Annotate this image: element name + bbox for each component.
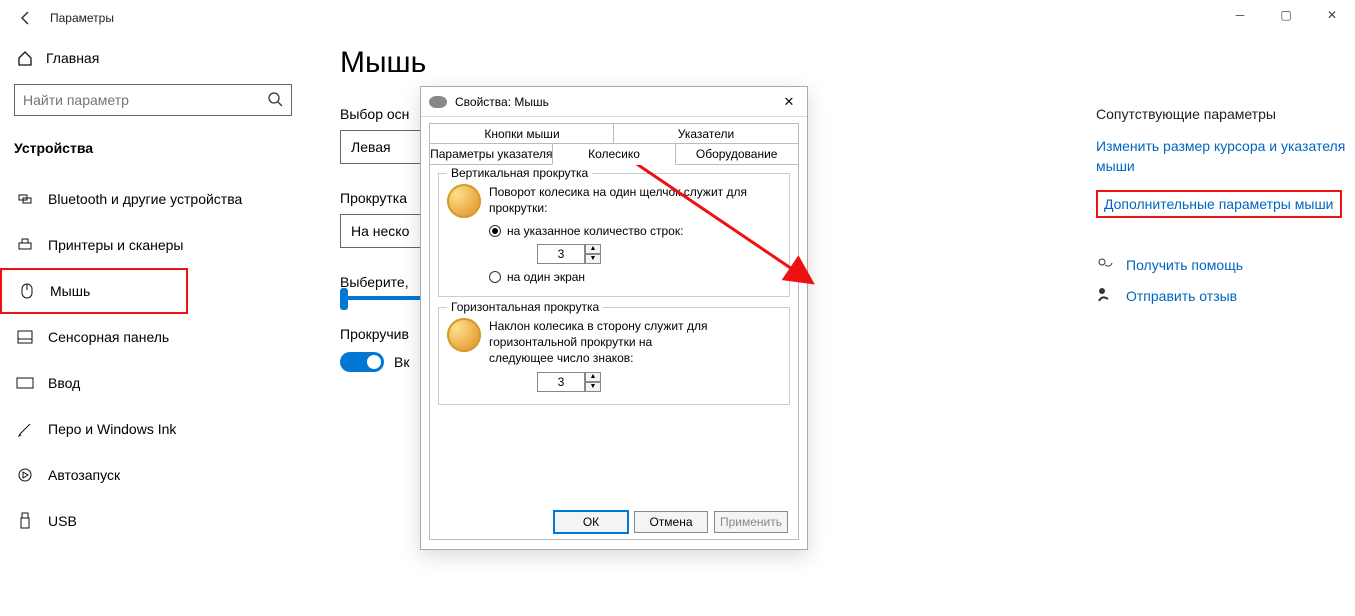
horizontal-chars-input[interactable] bbox=[537, 372, 585, 392]
search-input[interactable] bbox=[23, 92, 267, 108]
sidebar-item-label: Мышь bbox=[50, 283, 90, 299]
minimize-button[interactable]: ─ bbox=[1217, 0, 1263, 30]
sidebar-item-label: Ввод bbox=[48, 375, 80, 391]
spin-down[interactable]: ▼ bbox=[585, 254, 601, 264]
home-icon bbox=[14, 49, 36, 67]
radio-screen[interactable]: на один экран bbox=[489, 270, 781, 284]
search-icon bbox=[267, 91, 283, 110]
sidebar-item-label: Автозапуск bbox=[48, 467, 120, 483]
pen-icon bbox=[14, 421, 36, 437]
radio-lines-input[interactable] bbox=[489, 225, 501, 237]
ok-button[interactable]: ОК bbox=[554, 511, 628, 533]
sidebar-item-autoplay[interactable]: Автозапуск bbox=[0, 452, 320, 498]
help-label: Получить помощь bbox=[1126, 257, 1243, 273]
category-title: Устройства bbox=[14, 140, 320, 156]
tab-pointer-options[interactable]: Параметры указателя bbox=[429, 143, 554, 165]
sidebar-item-bluetooth[interactable]: Bluetooth и другие устройства bbox=[0, 176, 320, 222]
maximize-button[interactable]: ▢ bbox=[1263, 0, 1309, 30]
vertical-scroll-text: Поворот колесика на один щелчок служит д… bbox=[489, 184, 781, 218]
mouse-properties-dialog: Свойства: Мышь ✕ Кнопки мыши Указатели П… bbox=[420, 86, 808, 550]
combo-value: Левая bbox=[351, 139, 391, 155]
radio-lines[interactable]: на указанное количество строк: bbox=[489, 224, 781, 238]
touchpad-icon bbox=[14, 330, 36, 344]
usb-icon bbox=[14, 512, 36, 530]
window-title: Параметры bbox=[50, 11, 114, 25]
related-settings-heading: Сопутствующие параметры bbox=[1096, 106, 1346, 122]
search-box[interactable] bbox=[14, 84, 292, 116]
dialog-title: Свойства: Мышь bbox=[455, 95, 779, 109]
toggle-state-label: Вк bbox=[394, 354, 409, 370]
spin-up[interactable]: ▲ bbox=[585, 372, 601, 382]
mouse-icon bbox=[16, 282, 38, 300]
sidebar-item-touchpad[interactable]: Сенсорная панель bbox=[0, 314, 320, 360]
slider-thumb[interactable] bbox=[340, 288, 348, 310]
wheel-vertical-icon bbox=[447, 184, 481, 218]
dialog-close-button[interactable]: ✕ bbox=[779, 94, 799, 110]
sidebar-item-pen[interactable]: Перо и Windows Ink bbox=[0, 406, 320, 452]
feedback-icon bbox=[1096, 285, 1118, 306]
tab-wheel[interactable]: Колесико bbox=[552, 143, 677, 165]
home-label: Главная bbox=[46, 50, 99, 66]
sidebar-item-label: Принтеры и сканеры bbox=[48, 237, 183, 253]
page-title: Мышь bbox=[340, 46, 970, 80]
home-nav[interactable]: Главная bbox=[14, 36, 320, 80]
spin-up[interactable]: ▲ bbox=[585, 244, 601, 254]
link-additional-mouse[interactable]: Дополнительные параметры мыши bbox=[1096, 190, 1342, 218]
spin-down[interactable]: ▼ bbox=[585, 382, 601, 392]
feedback-label: Отправить отзыв bbox=[1126, 288, 1237, 304]
cancel-button[interactable]: Отмена bbox=[634, 511, 708, 533]
apply-button[interactable]: Применить bbox=[714, 511, 788, 533]
close-button[interactable]: ✕ bbox=[1309, 0, 1355, 30]
sidebar-item-typing[interactable]: Ввод bbox=[0, 360, 320, 406]
help-icon bbox=[1096, 254, 1118, 275]
tab-pointers[interactable]: Указатели bbox=[613, 123, 799, 145]
sidebar-item-label: USB bbox=[48, 513, 77, 529]
inactive-scroll-toggle[interactable] bbox=[340, 352, 384, 372]
back-button[interactable] bbox=[12, 4, 40, 32]
printer-icon bbox=[14, 237, 36, 253]
link-cursor-size[interactable]: Изменить размер курсора и указателя мыши bbox=[1096, 136, 1346, 176]
mouse-dialog-icon bbox=[429, 96, 447, 108]
keyboard-icon bbox=[14, 377, 36, 389]
horizontal-scroll-legend: Горизонтальная прокрутка bbox=[447, 300, 603, 314]
sidebar-item-mouse[interactable]: Мышь bbox=[0, 268, 188, 314]
wheel-horizontal-icon bbox=[447, 318, 481, 352]
radio-screen-input[interactable] bbox=[489, 271, 501, 283]
sidebar-item-printers[interactable]: Принтеры и сканеры bbox=[0, 222, 320, 268]
dialog-titlebar[interactable]: Свойства: Мышь ✕ bbox=[421, 87, 807, 117]
sidebar-item-label: Перо и Windows Ink bbox=[48, 421, 176, 437]
tab-hardware[interactable]: Оборудование bbox=[674, 143, 799, 165]
tab-buttons[interactable]: Кнопки мыши bbox=[429, 123, 615, 145]
radio-screen-label: на один экран bbox=[507, 270, 585, 284]
horizontal-scroll-text: Наклон колесика в сторону служит для гор… bbox=[489, 318, 709, 366]
combo-value: На неско bbox=[351, 223, 409, 239]
autoplay-icon bbox=[14, 467, 36, 483]
vertical-lines-input[interactable] bbox=[537, 244, 585, 264]
sidebar-item-label: Bluetooth и другие устройства bbox=[48, 191, 242, 207]
sidebar-item-usb[interactable]: USB bbox=[0, 498, 320, 544]
feedback-link[interactable]: Отправить отзыв bbox=[1096, 285, 1346, 306]
bluetooth-icon bbox=[14, 190, 36, 208]
sidebar-item-label: Сенсорная панель bbox=[48, 329, 169, 345]
vertical-scroll-legend: Вертикальная прокрутка bbox=[447, 166, 592, 180]
get-help-link[interactable]: Получить помощь bbox=[1096, 254, 1346, 275]
radio-lines-label: на указанное количество строк: bbox=[507, 224, 683, 238]
